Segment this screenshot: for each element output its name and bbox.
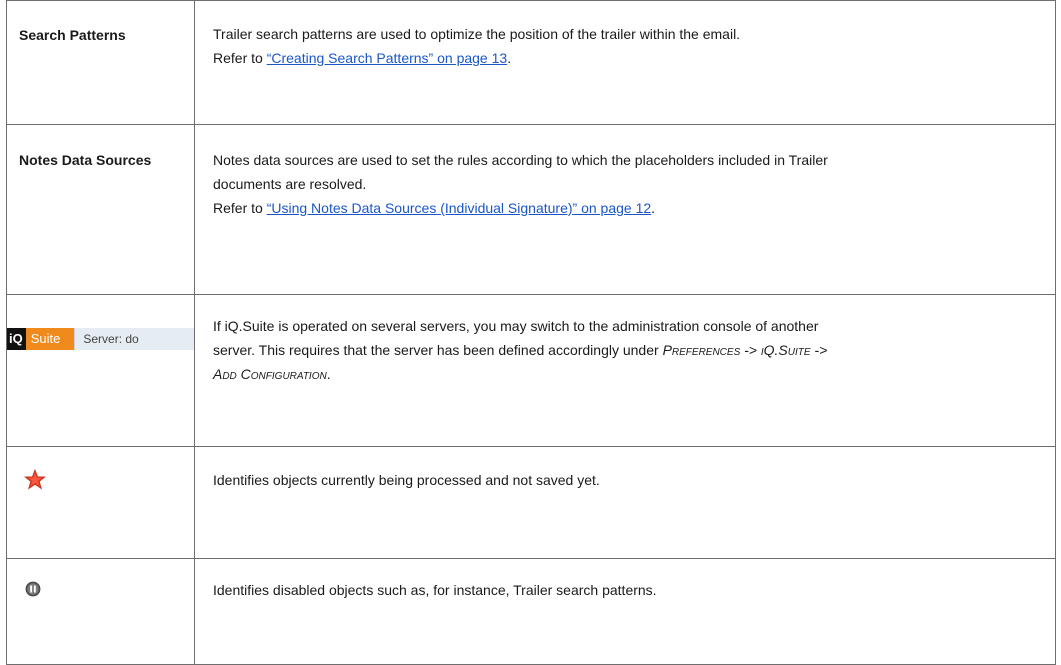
row-notes-data-sources: Notes Data Sources Notes data sources ar…	[6, 124, 1056, 295]
desc-text-3: Add Configuration.	[213, 362, 1041, 386]
row-disabled-objects: Identifies disabled objects such as, for…	[6, 558, 1056, 665]
refer-prefix: Refer to	[213, 200, 267, 216]
row-modified-objects: Identifies objects currently being proce…	[6, 446, 1056, 559]
refer-line: Refer to “Using Notes Data Sources (Indi…	[213, 196, 1041, 220]
desc-disabled-objects: Identifies disabled objects such as, for…	[194, 558, 1056, 665]
iqsuite-server-toolbar: iQ Suite Server: do	[7, 328, 194, 350]
desc-text: Notes data sources are used to set the r…	[213, 152, 828, 168]
desc-search-patterns: Trailer search patterns are used to opti…	[194, 0, 1056, 125]
desc-text: Trailer search patterns are used to opti…	[213, 26, 741, 42]
desc-notes-data-sources: Notes data sources are used to set the r…	[194, 124, 1056, 295]
link-creating-search-patterns[interactable]: “Creating Search Patterns” on page 13	[267, 50, 507, 66]
server-toolbar-cell: iQ Suite Server: do	[6, 294, 195, 447]
refer-line: Refer to “Creating Search Patterns” on p…	[213, 46, 1041, 70]
desc-server-switch: If iQ.Suite is operated on several serve…	[194, 294, 1056, 447]
link-using-notes-data-sources[interactable]: “Using Notes Data Sources (Individual Si…	[267, 200, 651, 216]
disabled-icon-cell	[6, 558, 195, 665]
refer-suffix: .	[651, 200, 656, 216]
desc-prefix: server. This requires that the server ha…	[213, 342, 663, 358]
desc-text: If iQ.Suite is operated on several serve…	[213, 318, 819, 334]
star-icon-cell	[6, 446, 195, 559]
menu-path-add-configuration: Add Configuration	[213, 366, 327, 382]
definition-table: Search Patterns Trailer search patterns …	[6, 0, 1056, 665]
desc-modified-objects: Identifies objects currently being proce…	[194, 446, 1056, 559]
term-search-patterns: Search Patterns	[6, 0, 195, 125]
term-notes-data-sources: Notes Data Sources	[6, 124, 195, 295]
menu-path-preferences: Preferences -> iQ.Suite ->	[662, 342, 828, 358]
refer-prefix: Refer to	[213, 50, 267, 66]
desc-text: documents are resolved.	[213, 176, 367, 192]
server-selector[interactable]: Server: do	[74, 328, 194, 350]
row-search-patterns: Search Patterns Trailer search patterns …	[6, 0, 1056, 125]
modified-star-icon	[24, 469, 46, 490]
desc-text-2: server. This requires that the server ha…	[213, 338, 1041, 362]
refer-suffix: .	[507, 50, 512, 66]
desc-end: .	[326, 366, 331, 382]
iqsuite-logo: iQ Suite	[7, 328, 75, 350]
disabled-pause-icon	[25, 581, 41, 597]
row-server-switch: iQ Suite Server: do If iQ.Suite is opera…	[6, 294, 1056, 447]
logo-suite: Suite	[25, 328, 75, 350]
logo-iq: iQ	[7, 328, 26, 350]
